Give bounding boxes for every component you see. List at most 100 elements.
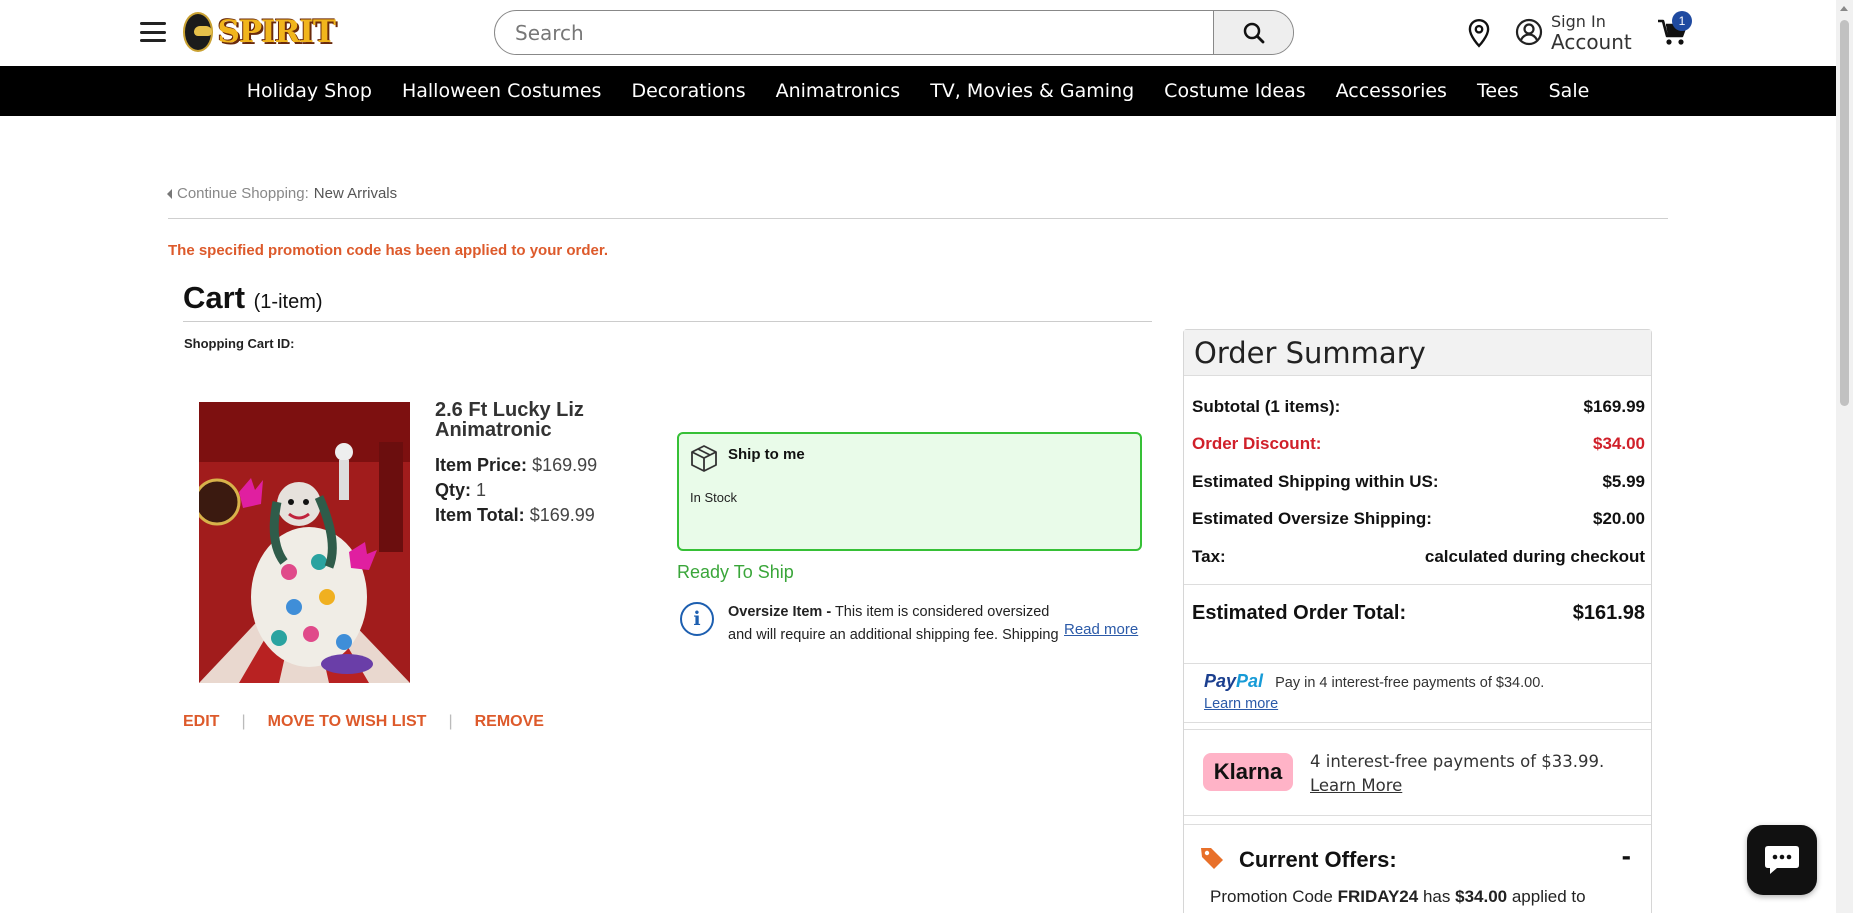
- ship-to-me-option[interactable]: Ship to me In Stock: [677, 432, 1142, 551]
- subtotal-row: Subtotal (1 items): $169.99: [1192, 397, 1645, 417]
- product-name[interactable]: 2.6 Ft Lucky Liz Animatronic: [435, 400, 625, 440]
- separator: |: [241, 713, 246, 730]
- klarna-learn-more-link[interactable]: Learn More: [1310, 776, 1402, 795]
- package-icon: [691, 445, 717, 472]
- order-summary-title: Order Summary: [1184, 330, 1651, 376]
- divider: [1184, 824, 1651, 825]
- item-price-value: $169.99: [532, 455, 598, 475]
- oversize-notice: Oversize Item - This item is considered …: [728, 601, 1070, 645]
- subtotal-value: $169.99: [1583, 397, 1645, 416]
- qty-row: Qty: 1: [435, 480, 486, 501]
- continue-shopping-label: Continue Shopping:: [177, 185, 309, 202]
- search-bar: [494, 10, 1294, 55]
- read-more-link[interactable]: Read more: [1062, 621, 1139, 638]
- chat-bubble-icon: [1765, 846, 1799, 874]
- animatronic-clown-image: [199, 402, 410, 683]
- oversize-shipping-row: Estimated Oversize Shipping: $20.00: [1192, 509, 1645, 529]
- move-to-wish-list-button[interactable]: MOVE TO WISH LIST: [268, 713, 427, 731]
- user-icon: [1515, 18, 1543, 46]
- discount-value: $34.00: [1593, 434, 1645, 453]
- divider: [1184, 815, 1651, 816]
- oversize-label: Oversize Item -: [728, 604, 832, 620]
- nav-sale[interactable]: Sale: [1549, 80, 1590, 102]
- nav-halloween-costumes[interactable]: Halloween Costumes: [402, 80, 602, 102]
- shipping-value: $5.99: [1602, 472, 1645, 491]
- account-label: Account: [1551, 30, 1632, 54]
- cart-count-badge: 1: [1672, 11, 1692, 31]
- product-image[interactable]: [199, 402, 410, 683]
- remove-button[interactable]: REMOVE: [475, 713, 544, 731]
- divider: [168, 218, 1668, 219]
- divider: [1184, 722, 1651, 723]
- search-button[interactable]: [1213, 11, 1293, 54]
- ship-to-me-title: Ship to me: [728, 446, 805, 463]
- divider: [1184, 663, 1651, 664]
- spirit-logo[interactable]: SPIRIT: [183, 10, 336, 54]
- page-scrollbar[interactable]: [1836, 0, 1853, 913]
- paypal-promo: PayPal Pay in 4 interest-free payments o…: [1204, 671, 1544, 712]
- edit-button[interactable]: EDIT: [183, 713, 219, 731]
- discount-label: Order Discount:: [1192, 434, 1322, 453]
- chat-button[interactable]: [1747, 825, 1817, 895]
- skull-logo-icon: [183, 12, 214, 52]
- subtotal-label: Subtotal (1 items):: [1192, 397, 1341, 416]
- scroll-up-arrow-icon[interactable]: [1840, 6, 1848, 11]
- nav-accessories[interactable]: Accessories: [1336, 80, 1447, 102]
- divider: [1184, 729, 1651, 730]
- paypal-text: Pay in 4 interest-free payments of $34.0…: [1275, 675, 1545, 691]
- ready-to-ship-status: Ready To Ship: [677, 562, 794, 582]
- stock-status: In Stock: [690, 490, 737, 505]
- promotion-code-text: Promotion Code FRIDAY24 has $34.00 appli…: [1210, 887, 1586, 906]
- cart-item-count: (1-item): [253, 291, 323, 313]
- divider: [1184, 584, 1651, 585]
- qty-value: 1: [476, 480, 487, 500]
- continue-shopping: Continue Shopping: New Arrivals: [167, 185, 397, 202]
- order-summary-panel: Order Summary Subtotal (1 items): $169.9…: [1183, 329, 1652, 913]
- current-offers-title: Current Offers:: [1239, 847, 1397, 872]
- klarna-promo: 4 interest-free payments of $33.99. Lear…: [1310, 750, 1604, 798]
- sign-in-label: Sign In: [1551, 12, 1606, 31]
- divider: [183, 321, 1152, 322]
- paypal-logo: PayPal: [1204, 671, 1264, 691]
- nav-decorations[interactable]: Decorations: [631, 80, 745, 102]
- info-icon: i: [680, 602, 714, 636]
- cart-title: Cart: [183, 280, 246, 315]
- nav-holiday-shop[interactable]: Holiday Shop: [247, 80, 372, 102]
- shipping-row: Estimated Shipping within US: $5.99: [1192, 472, 1645, 492]
- oversize-shipping-value: $20.00: [1593, 509, 1645, 528]
- tax-label: Tax:: [1192, 547, 1226, 566]
- klarna-text: 4 interest-free payments of $33.99.: [1310, 752, 1605, 771]
- item-total-row: Item Total: $169.99: [435, 505, 595, 526]
- tax-value: calculated during checkout: [1424, 547, 1645, 566]
- promo-code: FRIDAY24: [1337, 887, 1419, 906]
- item-price-label: Item Price:: [435, 455, 528, 475]
- item-price-row: Item Price: $169.99: [435, 455, 597, 476]
- shipping-label: Estimated Shipping within US:: [1192, 472, 1439, 491]
- order-total-label: Estimated Order Total:: [1192, 602, 1407, 624]
- oversize-shipping-label: Estimated Oversize Shipping:: [1192, 509, 1432, 528]
- nav-tees[interactable]: Tees: [1477, 80, 1519, 102]
- back-arrow-icon[interactable]: [167, 188, 172, 199]
- menu-icon[interactable]: [140, 22, 166, 42]
- shopping-cart-id: Shopping Cart ID:: [184, 336, 295, 351]
- store-location-icon[interactable]: [1466, 18, 1492, 48]
- separator: |: [448, 713, 453, 730]
- nav-tv-movies-gaming[interactable]: TV, Movies & Gaming: [930, 80, 1134, 102]
- nav-animatronics[interactable]: Animatronics: [776, 80, 901, 102]
- collapse-offers-toggle[interactable]: -: [1622, 840, 1631, 872]
- paypal-learn-more-link[interactable]: Learn more: [1204, 696, 1544, 712]
- main-nav: Holiday Shop Halloween Costumes Decorati…: [0, 66, 1836, 116]
- price-tag-icon: [1201, 848, 1223, 869]
- account-link[interactable]: Sign In Account: [1515, 12, 1632, 52]
- promo-applied-message: The specified promotion code has been ap…: [168, 242, 609, 259]
- logo-wordmark: SPIRIT: [217, 14, 336, 50]
- search-input[interactable]: [495, 11, 1213, 54]
- order-total-row: Estimated Order Total: $161.98: [1192, 602, 1645, 625]
- promo-amount: $34.00: [1455, 887, 1508, 906]
- item-total-label: Item Total:: [435, 505, 525, 525]
- nav-costume-ideas[interactable]: Costume Ideas: [1164, 80, 1305, 102]
- scrollbar-thumb[interactable]: [1840, 20, 1849, 406]
- continue-shopping-link[interactable]: New Arrivals: [314, 185, 397, 202]
- qty-label: Qty:: [435, 480, 471, 500]
- search-icon: [1243, 22, 1264, 43]
